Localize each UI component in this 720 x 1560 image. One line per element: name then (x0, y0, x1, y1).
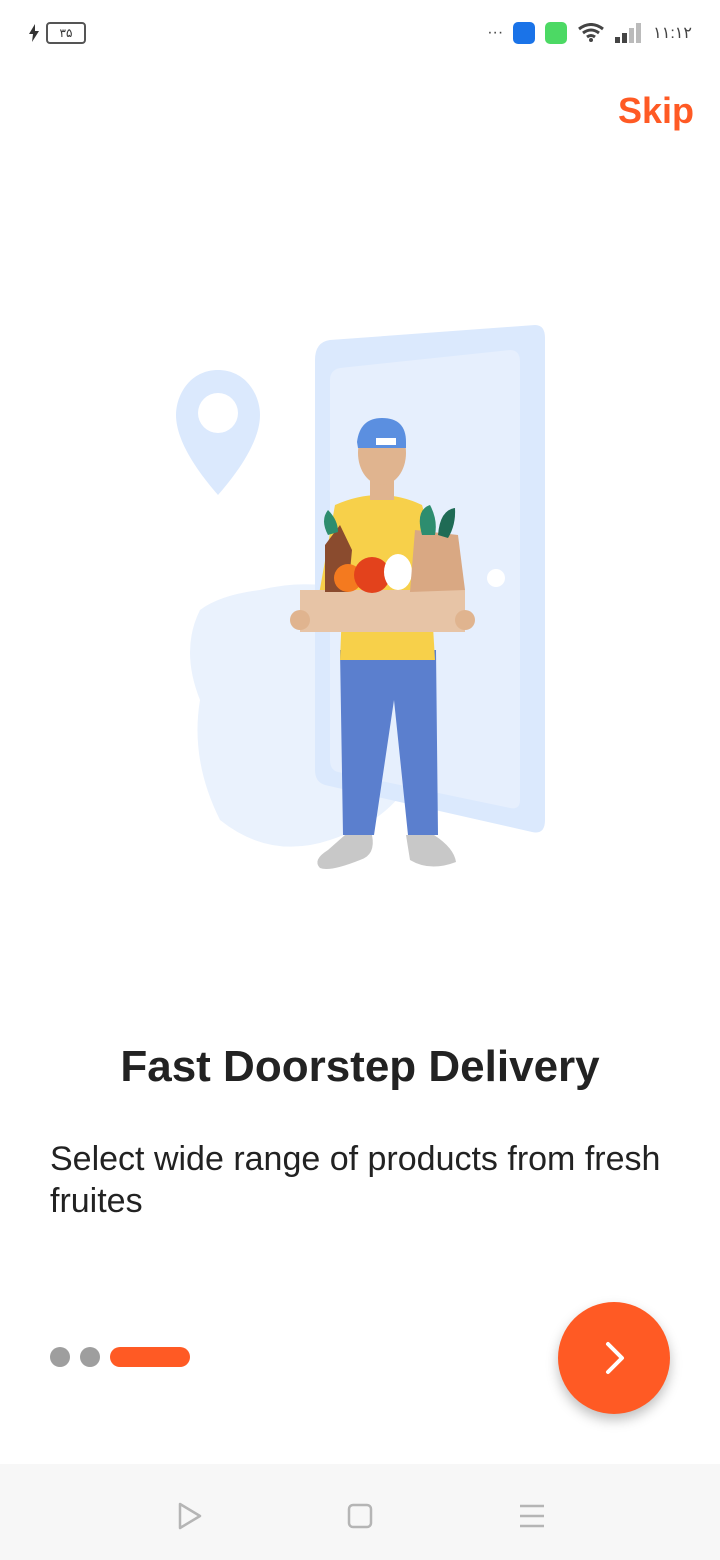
onboarding-title: Fast Doorstep Delivery (120, 1042, 600, 1091)
usb-icon (513, 22, 536, 44)
menu-lines-icon (520, 1504, 544, 1528)
page-dot-1[interactable] (50, 1347, 70, 1367)
system-nav-bar (0, 1464, 720, 1560)
nav-back-button[interactable] (169, 1496, 209, 1536)
home-square-icon (347, 1503, 373, 1529)
status-bar: ۳۵ ··· ۱۱:۱۲ (0, 0, 720, 72)
delivery-illustration (176, 325, 545, 869)
back-triangle-icon (178, 1502, 202, 1530)
signal-icon (615, 23, 642, 43)
battery-indicator: ۳۵ (46, 22, 86, 44)
page-indicator (50, 1347, 190, 1367)
wifi-icon (578, 23, 605, 42)
charging-bolt-icon (29, 24, 39, 42)
page-dot-2[interactable] (80, 1347, 100, 1367)
location-pin-icon (176, 370, 260, 495)
battery-level: ۳۵ (59, 26, 73, 40)
overflow-dots-icon: ··· (487, 24, 504, 41)
skip-button[interactable]: Skip (618, 90, 694, 132)
nav-home-button[interactable] (340, 1496, 380, 1536)
status-right: ··· ۱۱:۱۲ (487, 22, 692, 44)
clock: ۱۱:۱۲ (653, 25, 692, 42)
nav-recents-button[interactable] (512, 1496, 552, 1536)
status-left: ۳۵ (28, 22, 86, 44)
chevron-right-icon (606, 1342, 624, 1374)
onboarding-subtitle: Select wide range of products from fresh… (50, 1140, 661, 1220)
app-notification-icon (545, 22, 568, 44)
next-button[interactable] (558, 1302, 670, 1414)
page-dot-active[interactable] (110, 1347, 190, 1367)
